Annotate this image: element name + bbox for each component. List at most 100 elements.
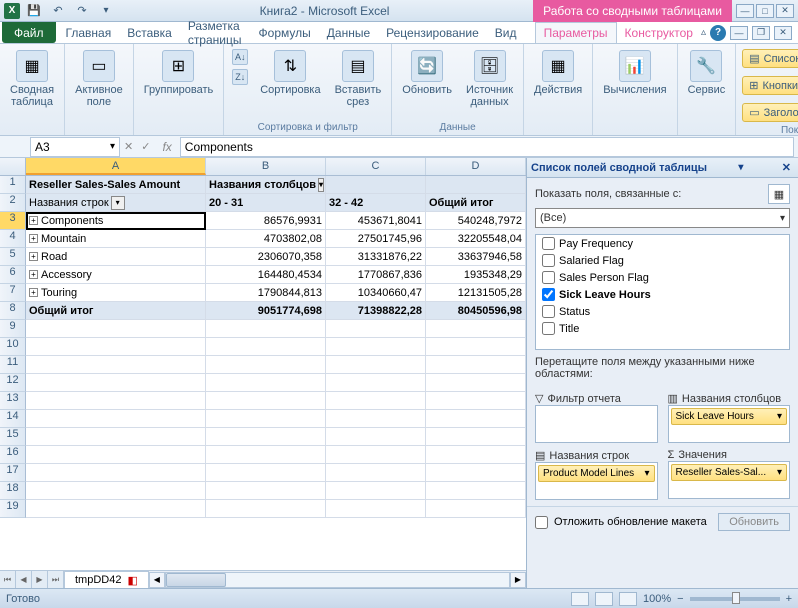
tab-view[interactable]: Вид xyxy=(487,22,525,43)
doc-restore-button[interactable]: ❐ xyxy=(752,26,770,40)
cell[interactable]: 27501745,96 xyxy=(326,230,426,248)
cell[interactable]: 453671,8041 xyxy=(326,212,426,230)
cell-active[interactable]: +Components xyxy=(26,212,206,230)
cell[interactable]: Общий итог xyxy=(26,302,206,320)
filter-dropdown-icon[interactable]: ▾ xyxy=(111,196,125,210)
field-checkbox[interactable] xyxy=(542,271,555,284)
area-item[interactable]: Reseller Sales-Sal...▾ xyxy=(671,464,788,481)
cell[interactable] xyxy=(326,482,426,500)
active-field-button[interactable]: ▭ Активное поле xyxy=(71,48,127,110)
row-header[interactable]: 1 xyxy=(0,176,26,194)
cell[interactable] xyxy=(326,428,426,446)
maximize-button[interactable]: □ xyxy=(756,4,774,18)
cell[interactable] xyxy=(326,356,426,374)
area-item[interactable]: Sick Leave Hours▾ xyxy=(671,408,788,425)
view-pagelayout-icon[interactable] xyxy=(595,592,613,606)
tab-pivot-options[interactable]: Параметры xyxy=(535,22,617,43)
cell[interactable] xyxy=(426,176,526,194)
row-header[interactable]: 19 xyxy=(0,500,26,518)
cell[interactable] xyxy=(426,410,526,428)
defer-layout-checkbox[interactable] xyxy=(535,516,548,529)
layout-options-icon[interactable]: ▦ xyxy=(768,184,790,204)
cell[interactable] xyxy=(26,446,206,464)
cell[interactable]: Общий итог xyxy=(426,194,526,212)
row-header[interactable]: 11 xyxy=(0,356,26,374)
close-button[interactable]: ✕ xyxy=(776,4,794,18)
area-rows-box[interactable]: Product Model Lines▾ xyxy=(535,462,658,500)
row-header[interactable]: 16 xyxy=(0,446,26,464)
row-header[interactable]: 4 xyxy=(0,230,26,248)
cell[interactable] xyxy=(326,320,426,338)
cell[interactable]: 4703802,08 xyxy=(206,230,326,248)
row-header[interactable]: 3 xyxy=(0,212,26,230)
col-header-d[interactable]: D xyxy=(426,158,526,175)
cell[interactable] xyxy=(26,500,206,518)
sort-desc-button[interactable]: Z↓ xyxy=(230,68,250,86)
row-header[interactable]: 2 xyxy=(0,194,26,212)
cell[interactable] xyxy=(206,410,326,428)
area-item[interactable]: Product Model Lines▾ xyxy=(538,465,655,482)
cell[interactable]: +Road xyxy=(26,248,206,266)
cell[interactable] xyxy=(426,500,526,518)
cancel-icon[interactable]: ✕ xyxy=(120,140,137,153)
redo-icon[interactable]: ↷ xyxy=(72,2,92,20)
cell[interactable]: 20 - 31 xyxy=(206,194,326,212)
row-header[interactable]: 12 xyxy=(0,374,26,392)
cell[interactable] xyxy=(26,428,206,446)
sort-asc-button[interactable]: A↓ xyxy=(230,48,250,66)
row-header[interactable]: 6 xyxy=(0,266,26,284)
tab-nav-next-icon[interactable]: ▶ xyxy=(32,571,48,588)
col-header-c[interactable]: C xyxy=(326,158,426,175)
cell[interactable] xyxy=(426,338,526,356)
cell[interactable]: +Touring xyxy=(26,284,206,302)
enter-icon[interactable]: ✓ xyxy=(137,140,154,153)
row-header[interactable]: 17 xyxy=(0,464,26,482)
col-header-a[interactable]: A xyxy=(26,158,206,175)
row-header[interactable]: 15 xyxy=(0,428,26,446)
row-header[interactable]: 14 xyxy=(0,410,26,428)
related-fields-combo[interactable]: (Все) ▾ xyxy=(535,208,790,228)
expand-icon[interactable]: + xyxy=(29,270,38,279)
filter-dropdown-icon[interactable]: ▾ xyxy=(318,178,324,192)
close-icon[interactable]: ✕ xyxy=(779,161,794,174)
zoom-out-icon[interactable]: − xyxy=(677,593,683,605)
cell[interactable] xyxy=(326,392,426,410)
cell[interactable] xyxy=(206,500,326,518)
cell[interactable] xyxy=(426,356,526,374)
chevron-down-icon[interactable]: ▾ xyxy=(735,162,746,173)
doc-minimize-button[interactable]: — xyxy=(730,26,748,40)
cell[interactable]: 32205548,04 xyxy=(426,230,526,248)
cell[interactable]: +Mountain xyxy=(26,230,206,248)
row-header[interactable]: 13 xyxy=(0,392,26,410)
field-checkbox[interactable] xyxy=(542,254,555,267)
select-all-corner[interactable] xyxy=(0,158,26,175)
cell[interactable]: 1790844,813 xyxy=(206,284,326,302)
field-checkbox-item[interactable]: Title xyxy=(536,320,789,337)
cell[interactable] xyxy=(206,428,326,446)
cell[interactable]: Названия строк▾ xyxy=(26,194,206,212)
row-header[interactable]: 10 xyxy=(0,338,26,356)
row-header[interactable]: 5 xyxy=(0,248,26,266)
minimize-button[interactable]: — xyxy=(736,4,754,18)
cell[interactable]: +Accessory xyxy=(26,266,206,284)
cell[interactable]: 2306070,358 xyxy=(206,248,326,266)
cell[interactable] xyxy=(206,446,326,464)
cell[interactable] xyxy=(26,482,206,500)
cell[interactable]: Reseller Sales-Sales Amount xyxy=(26,176,206,194)
field-checkbox-item[interactable]: Sales Person Flag xyxy=(536,269,789,286)
expand-icon[interactable]: + xyxy=(29,252,38,261)
cell[interactable] xyxy=(326,410,426,428)
area-values-box[interactable]: Reseller Sales-Sal...▾ xyxy=(668,461,791,499)
cell[interactable] xyxy=(426,428,526,446)
field-checkbox[interactable] xyxy=(542,322,555,335)
refresh-button[interactable]: 🔄 Обновить xyxy=(398,48,456,98)
cell[interactable]: 86576,9931 xyxy=(206,212,326,230)
cell[interactable] xyxy=(326,338,426,356)
cell[interactable] xyxy=(206,374,326,392)
cell[interactable] xyxy=(26,464,206,482)
field-checkbox[interactable] xyxy=(542,305,555,318)
cell[interactable] xyxy=(426,464,526,482)
cell[interactable] xyxy=(206,320,326,338)
tab-nav-prev-icon[interactable]: ◀ xyxy=(16,571,32,588)
tab-home[interactable]: Главная xyxy=(58,22,120,43)
